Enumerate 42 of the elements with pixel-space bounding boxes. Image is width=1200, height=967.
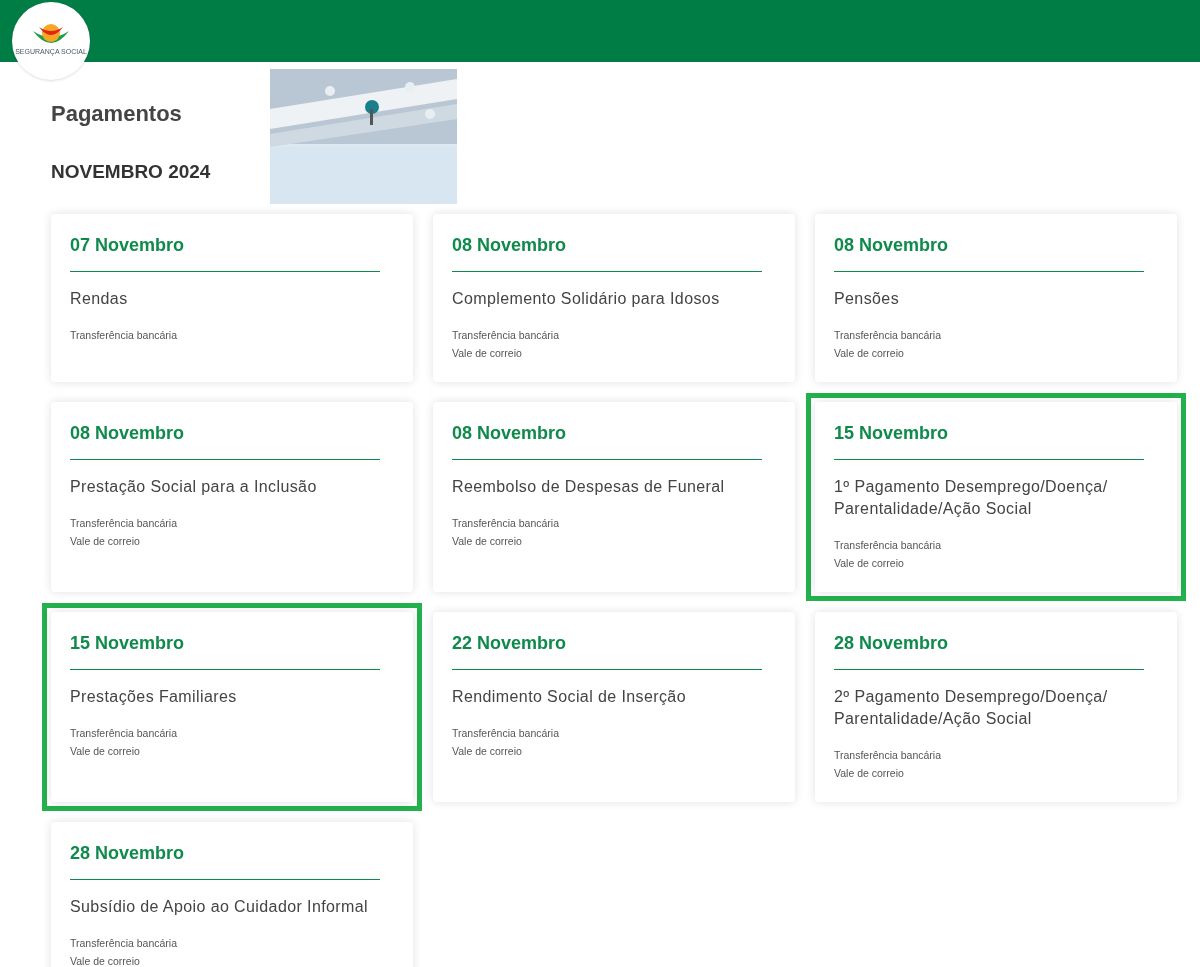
card-date: 07 Novembro xyxy=(70,232,380,272)
payment-method: Transferência bancária xyxy=(834,538,942,553)
card-title: Pensões xyxy=(834,289,901,309)
page-title: Pagamentos xyxy=(51,100,183,128)
card-date: 28 Novembro xyxy=(70,840,380,880)
payment-method: Transferência bancária xyxy=(70,726,178,741)
payment-method: Vale de correio xyxy=(834,556,905,571)
payment-method: Transferência bancária xyxy=(70,936,178,951)
card-date: 08 Novembro xyxy=(452,420,762,460)
payment-method: Vale de correio xyxy=(452,534,523,549)
card-date: 15 Novembro xyxy=(70,630,380,670)
card-date: 08 Novembro xyxy=(834,232,1144,272)
payment-method: Vale de correio xyxy=(834,346,905,361)
card-title: Prestação Social para a Inclusão xyxy=(70,477,318,497)
card-date: 08 Novembro xyxy=(70,420,380,460)
card-date: 22 Novembro xyxy=(452,630,762,670)
card-title: Rendas xyxy=(70,289,129,309)
payment-method: Transferência bancária xyxy=(452,516,560,531)
card-date: 28 Novembro xyxy=(834,630,1144,670)
card-title: 2º Pagamento Desemprego/Doença/ Parentalidade/Ação Social xyxy=(834,687,1109,729)
card-date: 08 Novembro xyxy=(452,232,762,272)
payment-method: Vale de correio xyxy=(70,534,141,549)
logo-icon xyxy=(33,24,69,44)
payment-method: Transferência bancária xyxy=(834,328,942,343)
card-title: Prestações Familiares xyxy=(70,687,238,707)
payment-method: Vale de correio xyxy=(834,766,905,781)
card-title: Reembolso de Despesas de Funeral xyxy=(452,477,726,497)
month-heading: NOVEMBRO 2024 xyxy=(51,160,211,184)
card-title: Subsídio de Apoio ao Cuidador Informal xyxy=(70,897,370,917)
card-title: Rendimento Social de Inserção xyxy=(452,687,687,707)
payment-method: Transferência bancária xyxy=(70,516,178,531)
payment-method: Vale de correio xyxy=(452,346,523,361)
payment-method: Vale de correio xyxy=(70,744,141,759)
payment-method: Transferência bancária xyxy=(452,726,560,741)
card-title: Complemento Solidário para Idosos xyxy=(452,289,721,309)
payment-method: Transferência bancária xyxy=(70,328,178,343)
payment-method: Vale de correio xyxy=(452,744,523,759)
payment-method: Transferência bancária xyxy=(452,328,560,343)
card-date: 15 Novembro xyxy=(834,420,1144,460)
payment-method: Vale de correio xyxy=(70,954,141,967)
card-title: 1º Pagamento Desemprego/Doença/ Parentalidade/Ação Social xyxy=(834,477,1109,519)
payment-method: Transferência bancária xyxy=(834,748,942,763)
